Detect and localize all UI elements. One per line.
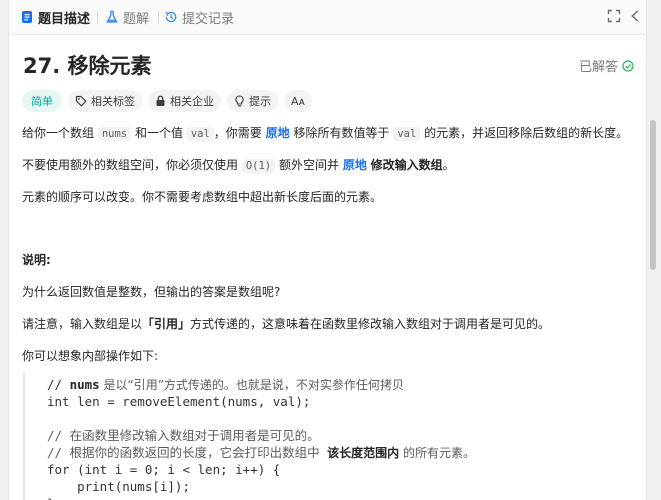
text: 。 (442, 158, 455, 172)
description-paragraph: 给你一个数组 nums 和一个值 val ，你需要 原地 移除所有数值等于 val… (22, 124, 628, 143)
code-line: // nums 是以“引用”方式传递的。也就是说，不对实参作任何拷贝 (47, 376, 404, 394)
tab-solutions[interactable]: 题解 (105, 0, 149, 34)
description-paragraph: 不要使用额外的数组空间，你必须仅使用 O(1) 额外空间并 原地 修改输入数组。 (22, 156, 455, 175)
tab-label: 提交记录 (182, 11, 235, 27)
translate-toggle-label: Aᴀ (291, 94, 306, 108)
code-text: 是以“引用”方式传递的。也就是说，不对实参作任何拷贝 (99, 378, 404, 392)
emphasis-reference: 「引用」 (142, 317, 191, 331)
collapse-panel-icon[interactable] (629, 9, 641, 23)
code-text: // (47, 377, 70, 392)
emphasis-modify: 修改输入数组 (370, 158, 443, 172)
text: 和一个值 (134, 126, 183, 140)
tab-description[interactable]: 题目描述 (20, 0, 90, 34)
problem-title: 27. 移除元素 (23, 54, 152, 78)
code-line: // 在函数里修改输入数组对于调用者是可见的。 (47, 427, 320, 444)
scrollbar-thumb[interactable] (650, 120, 656, 270)
emphasis-in-place: 原地 (265, 126, 290, 140)
tag-icon (75, 95, 87, 107)
related-tags-button[interactable]: 相关标签 (68, 90, 142, 112)
description-paragraph: 你可以想象内部操作如下: (22, 349, 159, 363)
tab-bar: 题目描述 题解 提交记录 (9, 0, 646, 35)
hint-button[interactable]: 提示 (227, 90, 278, 112)
tab-label: 题解 (123, 11, 150, 27)
code-text: 的所有元素。 (399, 446, 475, 460)
code-text: // 根据你的函数返回的长度，它会打印出数组中 (47, 445, 328, 460)
code-bold: nums (69, 377, 100, 392)
inline-code: val (186, 127, 214, 141)
lock-icon (156, 95, 165, 106)
text: 方式传递的，这意味着在函数里修改输入数组对于调用者是可见的。 (190, 317, 551, 331)
solved-status: 已解答 (579, 56, 634, 75)
related-companies-button[interactable]: 相关企业 (148, 90, 221, 112)
inline-code: O(1) (241, 159, 276, 173)
tab-submissions[interactable]: 提交记录 (164, 0, 234, 34)
emphasis-in-place: 原地 (342, 158, 367, 172)
related-companies-label: 相关企业 (170, 95, 214, 108)
code-line: int len = removeElement(nums, val); (47, 394, 311, 409)
document-icon (22, 11, 32, 23)
check-circle-icon (622, 59, 634, 72)
flask-icon (106, 10, 118, 23)
text: 的元素，并返回移除后数组的新长度。 (424, 126, 629, 140)
text: 移除所有数值等于 (293, 126, 390, 140)
text: 额外空间并 (278, 158, 339, 172)
text: 请注意，输入数组是以 (22, 317, 143, 331)
difficulty-label: 简单 (31, 95, 53, 108)
code-text: // 在函数里修改输入数组对于调用者是可见的。 (47, 428, 320, 443)
description-paragraph: 请注意，输入数组是以「引用」方式传递的，这意味着在函数里修改输入数组对于调用者是… (22, 315, 550, 333)
code-bold: 该长度范围内 (327, 446, 400, 460)
hint-label: 提示 (249, 95, 271, 108)
tag-row: 简单 相关标签 相关企业 提示 Aᴀ (22, 90, 313, 112)
solved-label: 已解答 (578, 60, 618, 75)
history-icon (165, 11, 177, 23)
text: ，你需要 (213, 126, 262, 140)
difficulty-badge: 简单 (22, 90, 62, 112)
inline-code: val (393, 127, 421, 141)
code-line: print(nums[i]); (47, 479, 190, 494)
tab-divider (97, 11, 98, 24)
code-line: for (int i = 0; i < len; i++) { (47, 462, 281, 477)
code-line: // 根据你的函数返回的长度，它会打印出数组中 该长度范围内 的所有元素。 (47, 444, 475, 462)
text: 不要使用额外的数组空间，你必须仅使用 (22, 158, 239, 172)
description-paragraph: 元素的顺序可以改变。你不需要考虑数组中超出新长度后面的元素。 (22, 190, 383, 204)
problem-panel: 题目描述 题解 提交记录 27. 移除元素 已解答 简单 相关标签 相关企业 提… (8, 0, 647, 500)
lightbulb-icon (235, 95, 244, 107)
code-block: // nums 是以“引用”方式传递的。也就是说，不对实参作任何拷贝 int l… (23, 372, 646, 500)
description-paragraph: 为什么返回数值是整数，但输出的答案是数组呢? (22, 285, 281, 299)
section-heading: 说明: (22, 253, 51, 267)
fullscreen-icon[interactable] (607, 9, 621, 23)
tab-divider (158, 11, 159, 24)
tab-label: 题目描述 (38, 11, 91, 27)
text: 给你一个数组 (22, 126, 95, 140)
related-tags-label: 相关标签 (91, 95, 135, 108)
inline-code: nums (97, 127, 132, 141)
code-line: } (47, 495, 55, 500)
translate-toggle-button[interactable]: Aᴀ (284, 90, 313, 112)
